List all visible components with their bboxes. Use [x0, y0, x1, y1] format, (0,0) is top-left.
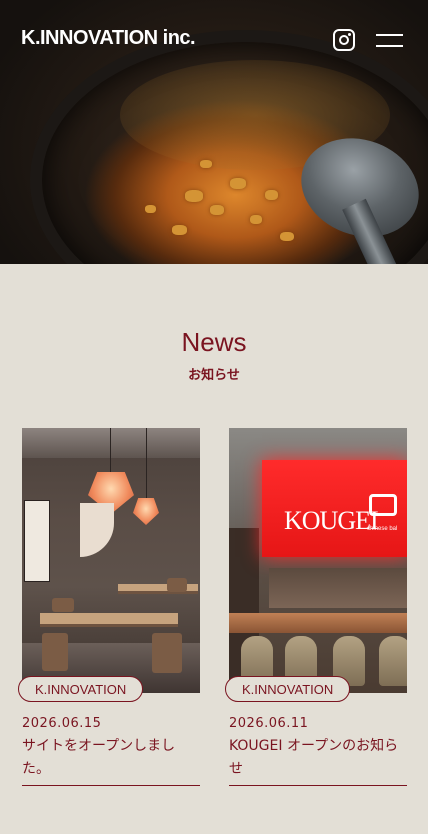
neon-sign-text: KOUGEI	[284, 506, 379, 535]
neon-sign-sub: chinese bal	[367, 526, 398, 532]
hero-chunk	[145, 205, 156, 213]
news-subheading: お知らせ	[188, 368, 240, 383]
news-card[interactable]: K.INNOVATION 2026.06.15 サイトをオープンしました。	[18, 428, 200, 786]
site-logo[interactable]: K.INNOVATION inc.	[21, 27, 196, 50]
hero-chunk	[250, 215, 262, 224]
lamp-cord	[146, 428, 147, 503]
photo-shelf	[269, 568, 407, 608]
news-card-image[interactable]: KOUGEI chinese bal	[229, 428, 407, 693]
instagram-icon[interactable]	[333, 29, 355, 51]
restaurant-chair	[42, 633, 68, 671]
news-card-image[interactable]	[22, 428, 200, 693]
news-card[interactable]: KOUGEI chinese bal K.INNOVATION 2026.06.…	[225, 428, 407, 786]
neon-sign-logo	[369, 494, 397, 516]
site-header: K.INNOVATION inc.	[0, 0, 428, 80]
card-divider	[22, 785, 200, 786]
news-heading: News	[181, 327, 247, 357]
hero-chunk	[230, 178, 246, 189]
hero-chunk	[265, 190, 278, 200]
category-tag[interactable]: K.INNOVATION	[225, 676, 351, 702]
news-date: 2026.06.15	[22, 716, 102, 731]
menu-line	[376, 34, 403, 36]
restaurant-chair	[52, 598, 74, 612]
lamp-cord	[110, 428, 111, 476]
bar-stool	[379, 636, 407, 686]
hero-chunk	[172, 225, 187, 235]
wall-art	[24, 500, 50, 582]
hero-chunk	[280, 232, 294, 241]
card-divider	[229, 785, 407, 786]
photo-counter	[229, 613, 407, 633]
news-title-link[interactable]: KOUGEI オープンのお知らせ	[229, 735, 407, 781]
photo-ceiling	[22, 428, 200, 458]
wall-art	[80, 503, 114, 557]
menu-line	[376, 45, 403, 47]
pendant-lamp	[133, 498, 159, 525]
restaurant-table	[40, 613, 178, 627]
hero-chunk	[185, 190, 203, 202]
hero-chunk	[200, 160, 212, 168]
hamburger-menu-icon[interactable]	[376, 34, 403, 48]
news-title-link[interactable]: サイトをオープンしました。	[22, 735, 200, 781]
restaurant-chair	[167, 578, 187, 592]
category-tag[interactable]: K.INNOVATION	[18, 676, 144, 702]
hero-chunk	[210, 205, 224, 215]
restaurant-chair	[152, 633, 182, 673]
news-date: 2026.06.11	[229, 716, 309, 731]
